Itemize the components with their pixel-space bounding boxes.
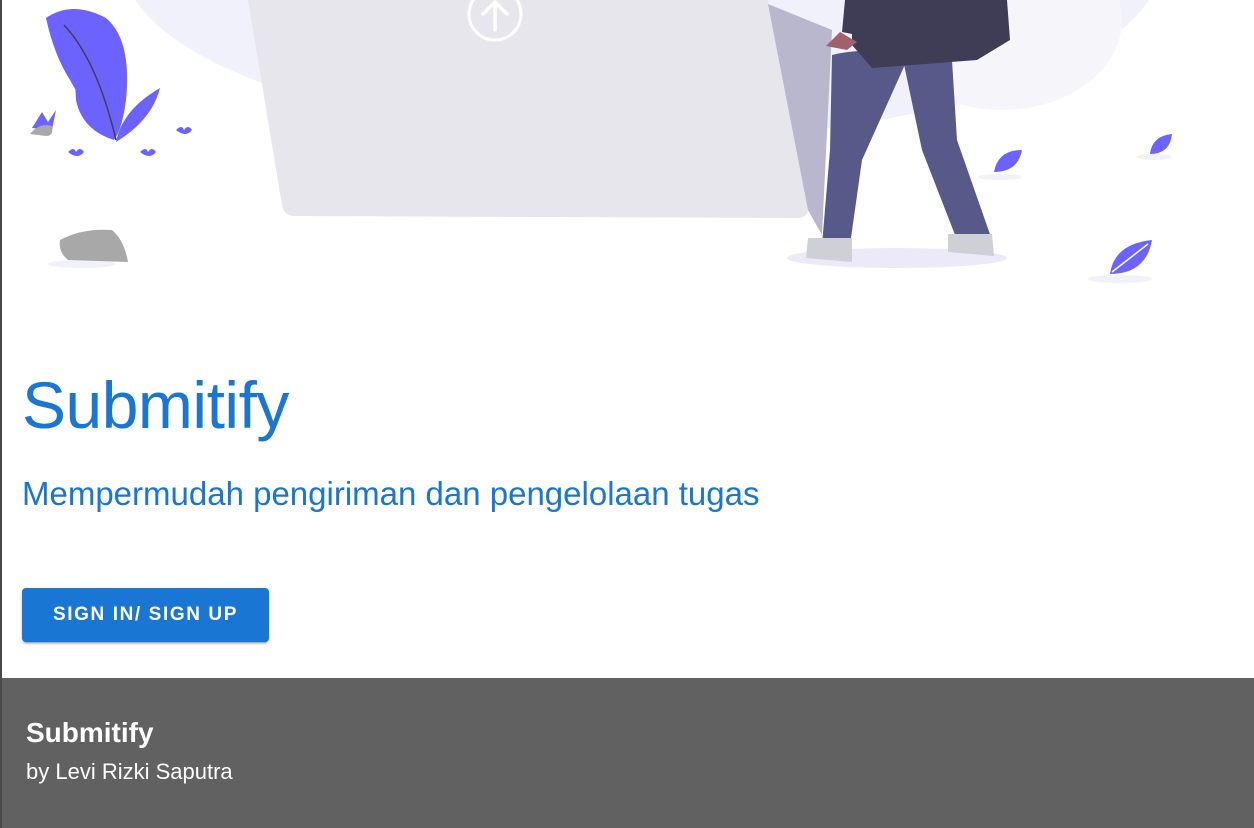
sign-in-sign-up-button[interactable]: SIGN IN/ SIGN UP [22,588,269,642]
footer-author: by Levi Rizki Saputra [26,759,233,784]
app-title: Submitify [22,368,289,442]
rock [48,229,128,268]
footer: Submitify by Levi Rizki Saputra [2,678,1254,828]
app-frame: Submitify Mempermudah pengiriman dan pen… [0,0,1254,828]
leaf-1 [978,150,1022,180]
leaf-2 [1136,134,1172,160]
upload-panel [248,0,809,218]
hero-illustration [30,0,1172,283]
leaf-3 [1088,240,1152,283]
footer-title: Submitify [26,717,154,748]
app-tagline: Mempermudah pengiriman dan pengelolaan t… [22,475,760,512]
hero-text: Submitify Mempermudah pengiriman dan pen… [22,366,760,514]
